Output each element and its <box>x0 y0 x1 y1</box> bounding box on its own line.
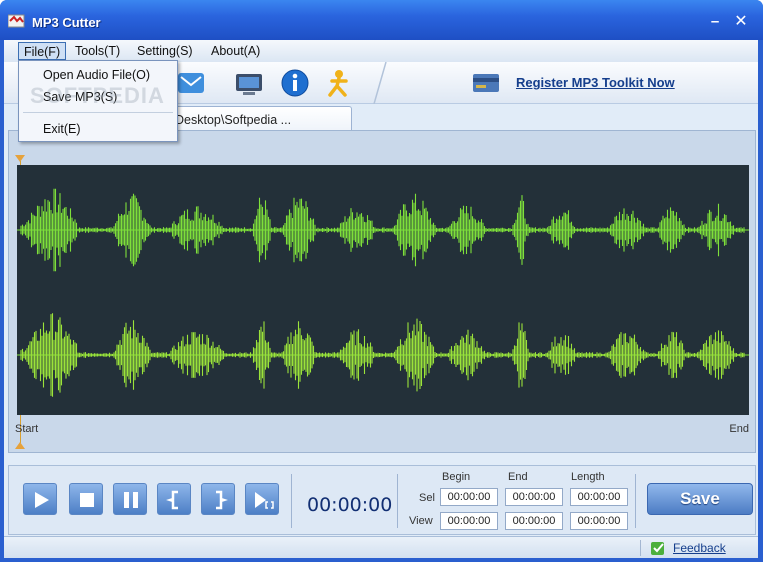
play-button[interactable] <box>23 483 57 515</box>
app-icon <box>8 14 25 28</box>
menu-exit[interactable]: Exit(E) <box>43 122 81 136</box>
mail-icon[interactable] <box>176 68 206 98</box>
view-end-field[interactable]: 00:00:00 <box>505 512 563 530</box>
register-link[interactable]: Register MP3 Toolkit Now <box>516 75 675 90</box>
waveform-canvas[interactable] <box>17 165 749 415</box>
sel-begin-field[interactable]: 00:00:00 <box>440 488 498 506</box>
toolbar-separator <box>373 62 387 104</box>
close-button[interactable]: ✕ <box>733 14 749 30</box>
status-separator <box>640 540 641 556</box>
time-display: 00:00:00 <box>307 494 393 516</box>
begin-marker-bottom[interactable] <box>15 442 25 449</box>
controls-panel: 00:00:00 Begin End Length Sel 00:00:00 0… <box>8 465 756 535</box>
sel-end-field[interactable]: 00:00:00 <box>505 488 563 506</box>
app-window: MP3 Cutter – ✕ File(F) Tools(T) Setting(… <box>0 0 763 562</box>
card-icon <box>473 74 499 92</box>
set-end-button[interactable] <box>201 483 235 515</box>
menu-about[interactable]: About(A) <box>206 42 265 60</box>
channel-waveform <box>20 188 745 272</box>
feedback-icon <box>651 542 664 555</box>
set-begin-button[interactable] <box>157 483 191 515</box>
title-bar[interactable]: MP3 Cutter – ✕ <box>0 0 763 40</box>
feedback-link[interactable]: Feedback <box>673 541 726 555</box>
view-row-label: View <box>409 515 433 527</box>
minimize-button[interactable]: – <box>707 14 723 30</box>
ruler-end-label: End <box>729 423 749 435</box>
play-selection-icon <box>255 492 274 509</box>
aim-icon[interactable] <box>324 68 354 98</box>
menu-setting[interactable]: Setting(S) <box>132 42 198 60</box>
stop-icon <box>80 493 94 507</box>
end-column-header: End <box>508 471 528 483</box>
bracket-right-icon <box>216 490 228 510</box>
length-column-header: Length <box>571 471 605 483</box>
controls-separator <box>397 474 398 528</box>
menu-separator <box>23 112 173 113</box>
controls-separator <box>635 474 636 528</box>
play-selection-button[interactable] <box>245 483 279 515</box>
watermark: SOFTPEDIA <box>30 83 165 108</box>
info-icon[interactable] <box>280 68 310 98</box>
menu-file[interactable]: File(F) <box>18 42 67 60</box>
view-length-field[interactable]: 00:00:00 <box>570 512 628 530</box>
ruler-start-label: Start <box>15 423 39 435</box>
monitor-icon[interactable] <box>234 68 264 98</box>
waveform-panel: Start End <box>8 130 756 453</box>
channel-waveform <box>20 313 745 397</box>
menu-open-audio-file[interactable]: Open Audio File(O) <box>43 68 150 82</box>
play-icon <box>35 492 49 508</box>
menu-bar: File(F) Tools(T) Setting(S) About(A) <box>4 40 758 62</box>
view-begin-field[interactable]: 00:00:00 <box>440 512 498 530</box>
window-title: MP3 Cutter <box>32 15 101 30</box>
save-button[interactable]: Save <box>647 483 753 515</box>
pause-button[interactable] <box>113 483 147 515</box>
menu-tools[interactable]: Tools(T) <box>70 42 125 60</box>
status-bar: Feedback <box>4 536 758 558</box>
begin-column-header: Begin <box>442 471 471 483</box>
sel-row-label: Sel <box>419 492 435 504</box>
controls-separator <box>291 474 292 528</box>
pause-icon <box>124 492 138 508</box>
bracket-left-icon <box>166 490 178 510</box>
stop-button[interactable] <box>69 483 103 515</box>
sel-length-field[interactable]: 00:00:00 <box>570 488 628 506</box>
